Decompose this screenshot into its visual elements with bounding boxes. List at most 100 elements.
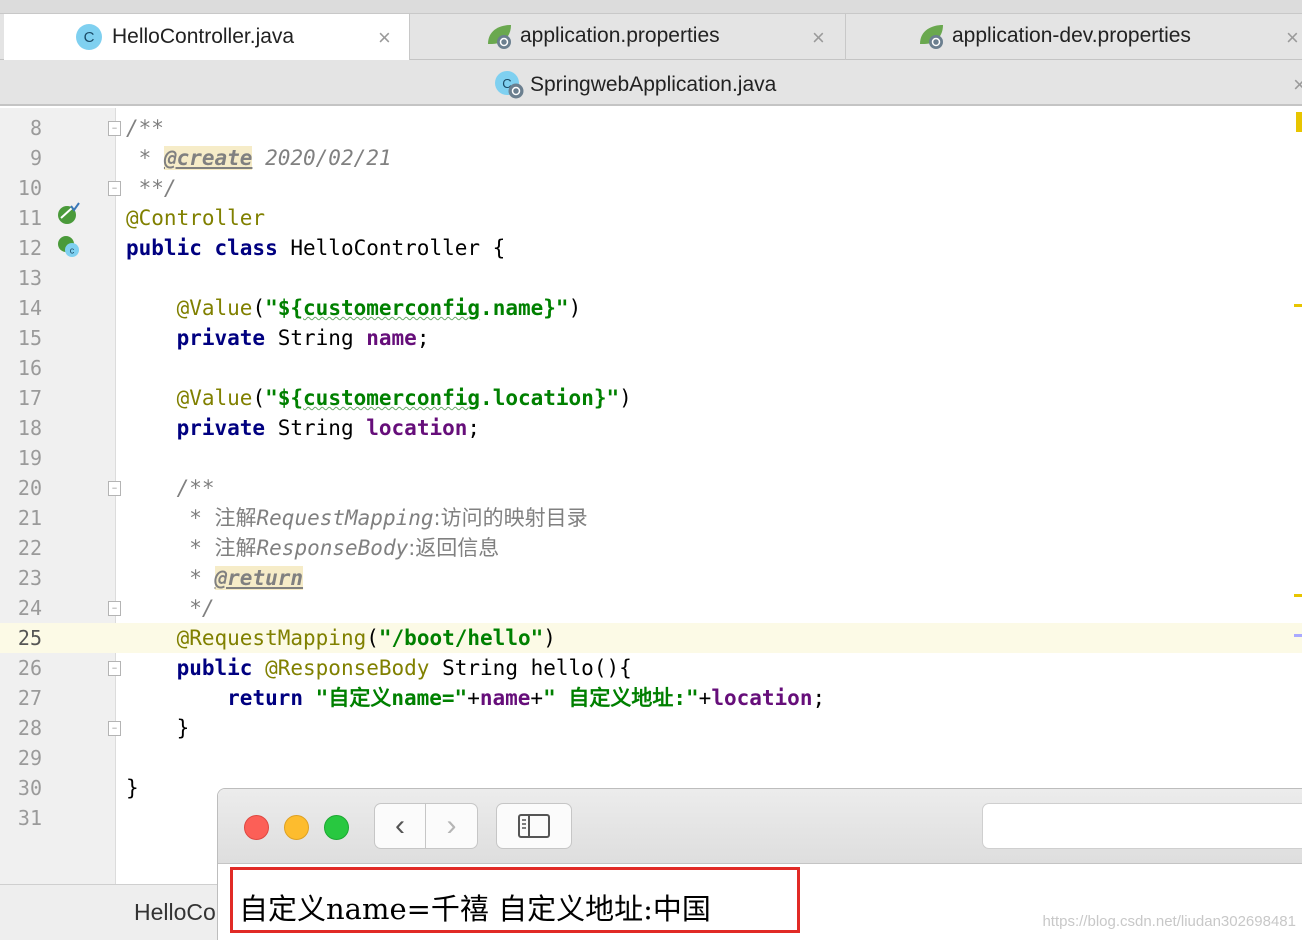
code-line[interactable]: 10 − **/ — [0, 173, 1302, 203]
code-line[interactable]: 17 @Value("${customerconfig.location}") — [0, 383, 1302, 413]
code-token: ( — [252, 296, 266, 320]
line-number[interactable]: 27 — [0, 683, 42, 713]
tab-application-dev-properties[interactable]: application-dev.properties × — [846, 14, 1302, 60]
line-number[interactable]: 23 — [0, 563, 42, 593]
spring-bean-icon[interactable] — [56, 202, 80, 226]
close-window-button[interactable] — [244, 815, 269, 840]
code-line[interactable]: 28 − } — [0, 713, 1302, 743]
code-text: /** — [126, 113, 164, 143]
code-line[interactable]: 25 @RequestMapping("/boot/hello") — [0, 623, 1302, 653]
code-token: /** — [126, 476, 215, 500]
line-number[interactable]: 11 — [0, 203, 42, 233]
bottom-tab-label[interactable]: HelloCo — [134, 899, 216, 926]
code-token: location — [366, 416, 468, 440]
code-token: customerconfig — [303, 386, 481, 410]
code-line[interactable]: 15 private String name; — [0, 323, 1302, 353]
fold-toggle-icon[interactable]: − — [108, 181, 121, 196]
line-number[interactable]: 15 — [0, 323, 42, 353]
address-bar[interactable] — [982, 803, 1302, 849]
code-token: .name}" — [480, 296, 569, 320]
line-number[interactable]: 26 — [0, 653, 42, 683]
code-text: */ — [126, 593, 214, 623]
forward-button[interactable]: › — [426, 803, 478, 849]
minimize-window-button[interactable] — [284, 815, 309, 840]
line-number[interactable]: 8 — [0, 113, 42, 143]
code-line[interactable]: 19 — [0, 443, 1302, 473]
code-line[interactable]: 21 * 注解RequestMapping:访问的映射目录 — [0, 503, 1302, 533]
line-number[interactable]: 25 — [0, 623, 42, 653]
line-number[interactable]: 12 — [0, 233, 42, 263]
code-token: + — [698, 686, 712, 710]
fold-toggle-icon[interactable]: − — [108, 481, 121, 496]
zoom-window-button[interactable] — [324, 815, 349, 840]
fold-toggle-icon[interactable]: − — [108, 721, 121, 736]
line-number[interactable]: 14 — [0, 293, 42, 323]
code-line[interactable]: 24 − */ — [0, 593, 1302, 623]
code-line[interactable]: 14 @Value("${customerconfig.name}") — [0, 293, 1302, 323]
line-number[interactable]: 21 — [0, 503, 42, 533]
code-line[interactable]: 22 * 注解ResponseBody:返回信息 — [0, 533, 1302, 563]
sidebar-toggle-button[interactable] — [496, 803, 572, 849]
caret-marker[interactable] — [1294, 634, 1302, 637]
line-number[interactable]: 24 — [0, 593, 42, 623]
code-line[interactable]: 12 public class HelloController { — [0, 233, 1302, 263]
code-token: @create — [163, 146, 253, 170]
upper-tab-strip — [0, 0, 1302, 14]
code-text: * @return — [126, 563, 304, 593]
tab-application-properties[interactable]: application.properties × — [410, 14, 846, 60]
line-number[interactable]: 28 — [0, 713, 42, 743]
code-token: * — [126, 536, 215, 560]
line-number[interactable]: 29 — [0, 743, 42, 773]
line-number[interactable]: 13 — [0, 263, 42, 293]
line-number[interactable]: 9 — [0, 143, 42, 173]
code-line[interactable]: 11 @Controller — [0, 203, 1302, 233]
fold-toggle-icon[interactable]: − — [108, 661, 121, 676]
fold-toggle-icon[interactable]: − — [108, 121, 121, 136]
close-tab-icon[interactable]: × — [1286, 25, 1299, 51]
close-tab-icon[interactable]: × — [1293, 72, 1302, 98]
code-token: private — [176, 416, 278, 440]
code-token: * — [126, 566, 215, 590]
line-number[interactable]: 18 — [0, 413, 42, 443]
code-text: * 注解ResponseBody:返回信息 — [126, 533, 499, 563]
code-line[interactable]: 8 −/** — [0, 113, 1302, 143]
warning-marker[interactable] — [1294, 594, 1302, 597]
spring-class-icon[interactable]: c — [56, 234, 80, 258]
code-token: String — [277, 326, 367, 350]
svg-text:c: c — [70, 246, 75, 256]
code-token: 注解 — [214, 506, 257, 530]
line-number[interactable]: 19 — [0, 443, 42, 473]
code-line[interactable]: 23 * @return — [0, 563, 1302, 593]
code-line[interactable]: 13 — [0, 263, 1302, 293]
code-token: "${ — [265, 296, 304, 320]
tab-hello-controller[interactable]: C HelloController.java × — [4, 14, 410, 60]
code-token: /** — [126, 116, 164, 140]
line-number[interactable]: 31 — [0, 803, 42, 833]
tab-springweb-application[interactable]: C SpringwebApplication.java — [494, 70, 776, 100]
response-text: 自定义name=千禧 自定义地址:中国 — [239, 892, 711, 926]
code-line[interactable]: 9 * @create 2020/02/21 — [0, 143, 1302, 173]
code-line[interactable]: 20 − /** — [0, 473, 1302, 503]
code-token: @RequestMapping — [176, 626, 367, 650]
close-tab-icon[interactable]: × — [812, 25, 825, 51]
line-number[interactable]: 20 — [0, 473, 42, 503]
line-number[interactable]: 10 — [0, 173, 42, 203]
code-line[interactable]: 27 return "自定义name="+name+" 自定义地址:"+loca… — [0, 683, 1302, 713]
fold-toggle-icon[interactable]: − — [108, 601, 121, 616]
error-stripe-marker[interactable] — [1296, 112, 1302, 132]
code-token: @Value — [176, 296, 253, 320]
line-number[interactable]: 22 — [0, 533, 42, 563]
warning-marker[interactable] — [1294, 304, 1302, 307]
back-button[interactable]: ‹ — [374, 803, 426, 849]
code-line[interactable]: 18 private String location; — [0, 413, 1302, 443]
line-number[interactable]: 16 — [0, 353, 42, 383]
close-tab-icon[interactable]: × — [378, 25, 391, 51]
code-line[interactable]: 26 − public @ResponseBody String hello(){ — [0, 653, 1302, 683]
code-line[interactable]: 16 — [0, 353, 1302, 383]
line-number[interactable]: 30 — [0, 773, 42, 803]
code-text: @RequestMapping("/boot/hello") — [126, 623, 556, 653]
line-number[interactable]: 17 — [0, 383, 42, 413]
code-line[interactable]: 29 — [0, 743, 1302, 773]
